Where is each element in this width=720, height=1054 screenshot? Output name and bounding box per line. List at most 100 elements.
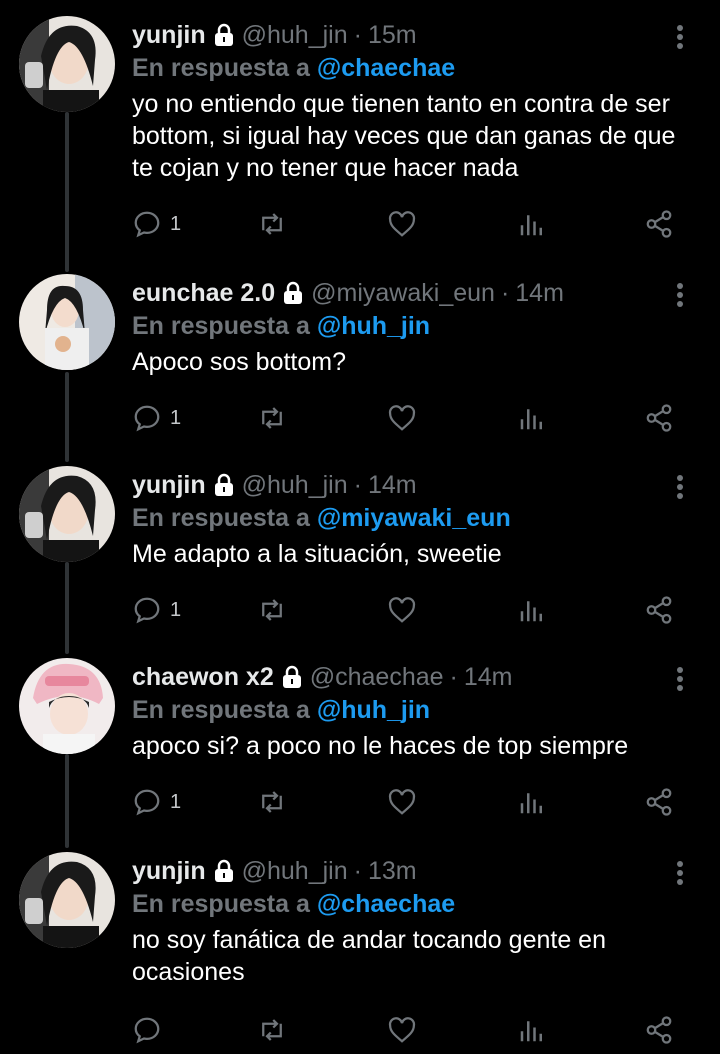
reply-context: En respuesta a @chaechae <box>132 888 680 921</box>
avatar[interactable] <box>19 658 115 754</box>
share-button[interactable] <box>644 782 674 822</box>
analytics-button[interactable] <box>517 398 547 438</box>
reply-button[interactable]: 1 <box>132 782 181 822</box>
lock-icon <box>282 665 301 688</box>
lock-icon <box>214 859 233 882</box>
separator-dot: · <box>353 470 362 499</box>
more-options-icon[interactable] <box>670 22 690 52</box>
retweet-icon <box>262 213 282 235</box>
share-icon <box>646 210 672 238</box>
separator-dot: · <box>500 278 510 307</box>
reply-count: 1 <box>170 790 182 813</box>
heart-icon <box>388 405 416 431</box>
analytics-button[interactable] <box>517 782 547 822</box>
tweet-text: Me adapto a la situación, sweetie <box>132 540 502 568</box>
reply-button[interactable] <box>132 1010 170 1050</box>
heart-icon <box>388 211 416 237</box>
more-options-icon[interactable] <box>670 858 690 888</box>
reply-context: En respuesta a @huh_jin <box>132 694 680 727</box>
more-options-icon[interactable] <box>670 280 690 310</box>
separator-dot: · <box>353 20 362 49</box>
heart-icon <box>388 597 416 623</box>
reply-icon <box>134 211 160 238</box>
user-handle[interactable]: @huh_jin <box>242 21 348 50</box>
timestamp[interactable]: 15m <box>368 21 417 50</box>
share-icon <box>646 404 672 432</box>
like-button[interactable] <box>387 204 417 244</box>
timestamp[interactable]: 13m <box>368 857 417 886</box>
avatar[interactable] <box>19 274 115 370</box>
retweet-button[interactable] <box>257 782 287 822</box>
separator-dot: · <box>353 856 362 885</box>
avatar[interactable] <box>19 16 115 112</box>
avatar[interactable] <box>19 466 115 562</box>
display-name[interactable]: eunchae 2.0 <box>132 279 275 308</box>
analytics-button[interactable] <box>517 204 547 244</box>
thread-line <box>65 112 69 272</box>
user-handle[interactable]: @huh_jin <box>242 471 348 500</box>
retweet-button[interactable] <box>257 590 287 630</box>
like-button[interactable] <box>387 398 417 438</box>
share-button[interactable] <box>644 1010 674 1050</box>
display-name[interactable]: yunjin <box>132 471 206 500</box>
like-button[interactable] <box>387 782 417 822</box>
thread-line <box>65 562 69 654</box>
share-button[interactable] <box>644 204 674 244</box>
lock-icon <box>214 473 233 496</box>
more-options-icon[interactable] <box>670 664 690 694</box>
more-options-icon[interactable] <box>670 472 690 502</box>
reply-prefix: En respuesta a <box>132 504 310 532</box>
retweet-button[interactable] <box>257 1010 287 1050</box>
share-button[interactable] <box>644 590 674 630</box>
reply-context: En respuesta a @miyawaki_eun <box>132 502 680 535</box>
user-handle[interactable]: @huh_jin <box>242 857 348 886</box>
display-name[interactable]: chaewon x2 <box>132 663 274 692</box>
tweet-actions <box>132 1010 692 1050</box>
heart-icon <box>388 789 416 815</box>
like-button[interactable] <box>387 590 417 630</box>
analytics-button[interactable] <box>517 1010 547 1050</box>
reply-button[interactable]: 1 <box>132 590 181 630</box>
tweet-text: apoco si? a poco no le haces de top siem… <box>132 732 629 760</box>
reply-icon <box>134 789 160 816</box>
analytics-icon <box>520 409 542 430</box>
reply-mention[interactable]: @huh_jin <box>317 696 430 724</box>
retweet-icon <box>262 1019 282 1041</box>
reply-icon <box>134 405 160 432</box>
retweet-button[interactable] <box>257 204 287 244</box>
share-icon <box>646 788 672 816</box>
lock-icon <box>284 281 303 304</box>
tweet-actions: 1 <box>132 782 692 822</box>
analytics-icon <box>520 601 542 622</box>
reply-prefix: En respuesta a <box>132 890 310 918</box>
retweet-icon <box>262 599 282 621</box>
display-name[interactable]: yunjin <box>132 857 206 886</box>
reply-prefix: En respuesta a <box>132 54 310 82</box>
user-handle[interactable]: @miyawaki_eun <box>311 279 495 308</box>
reply-mention[interactable]: @chaechae <box>317 890 455 918</box>
tweet-actions: 1 <box>132 398 692 438</box>
reply-mention[interactable]: @miyawaki_eun <box>317 504 511 532</box>
analytics-button[interactable] <box>517 590 547 630</box>
timestamp[interactable]: 14m <box>368 471 417 500</box>
avatar[interactable] <box>19 852 115 948</box>
reply-count: 1 <box>170 212 182 235</box>
reply-mention[interactable]: @chaechae <box>317 54 455 82</box>
reply-button[interactable]: 1 <box>132 204 181 244</box>
retweet-button[interactable] <box>257 398 287 438</box>
thread-line <box>65 754 69 848</box>
user-handle[interactable]: @chaechae <box>310 663 444 692</box>
reply-mention[interactable]: @huh_jin <box>317 312 430 340</box>
share-button[interactable] <box>644 398 674 438</box>
timestamp[interactable]: 14m <box>464 663 513 692</box>
timestamp[interactable]: 14m <box>515 279 564 308</box>
retweet-icon <box>262 407 282 429</box>
reply-context: En respuesta a @huh_jin <box>132 310 680 343</box>
thread-line <box>65 372 69 462</box>
tweet-text: Apoco sos bottom? <box>132 348 347 376</box>
like-button[interactable] <box>387 1010 417 1050</box>
reply-button[interactable]: 1 <box>132 398 181 438</box>
share-icon <box>646 596 672 624</box>
display-name[interactable]: yunjin <box>132 21 206 50</box>
tweet-text: no soy fanática de andar tocando gente e… <box>132 926 606 986</box>
